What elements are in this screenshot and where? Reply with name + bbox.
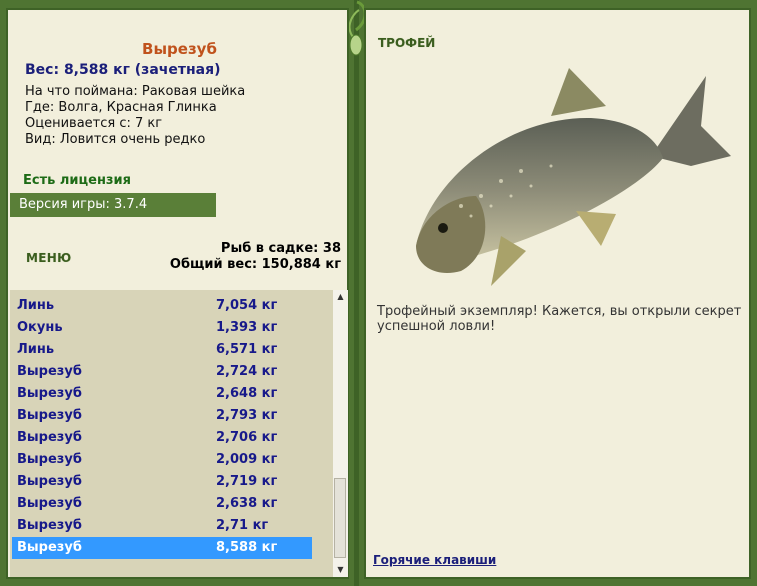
vine-divider-icon [349, 0, 364, 586]
hotkeys-link[interactable]: Горячие клавиши [373, 553, 496, 567]
catch-fish-name: Линь [17, 342, 55, 357]
list-scrollbar[interactable]: ▲ ▼ [332, 290, 348, 577]
rated-from: Оценивается с: 7 кг [25, 116, 163, 131]
catch-list-row[interactable]: Вырезуб 2,009 кг [12, 449, 312, 471]
catch-list-row[interactable]: Вырезуб 2,719 кг [12, 471, 312, 493]
catch-fish-name: Вырезуб [17, 386, 82, 401]
catch-fish-weight: 2,793 кг [216, 408, 278, 423]
catch-list-row[interactable]: Окунь 1,393 кг [12, 317, 312, 339]
fish-weight: Вес: 8,588 кг (зачетная) [25, 62, 221, 78]
catch-location: Где: Волга, Красная Глинка [25, 100, 217, 115]
catch-fish-weight: 2,71 кг [216, 518, 269, 533]
catch-fish-name: Окунь [17, 320, 63, 335]
catch-fish-weight: 1,393 кг [216, 320, 278, 335]
catch-list-row[interactable]: Вырезуб 2,793 кг [12, 405, 312, 427]
scroll-up-arrow-icon[interactable]: ▲ [333, 290, 348, 304]
caught-on: На что поймана: Раковая шейка [25, 84, 246, 99]
catch-fish-name: Вырезуб [17, 408, 82, 423]
scroll-thumb[interactable] [334, 478, 346, 558]
fish-info-panel: Вырезуб Вес: 8,588 кг (зачетная) На что … [6, 8, 349, 579]
catch-fish-name: Вырезуб [17, 496, 82, 511]
trophy-panel: ТРОФЕЙ Трофейный экземпляр! Кажется, вы … [364, 8, 751, 579]
catch-fish-name: Вырезуб [17, 474, 82, 489]
catch-list-row[interactable]: Вырезуб 2,648 кг [12, 383, 312, 405]
catch-fish-weight: 2,724 кг [216, 364, 278, 379]
catch-list-row[interactable]: Вырезуб 2,724 кг [12, 361, 312, 383]
catch-list-row[interactable]: Линь 6,571 кг [12, 339, 312, 361]
catch-fish-weight: 8,588 кг [216, 540, 278, 555]
license-status: Есть лицензия [23, 173, 131, 188]
catch-list[interactable]: Линь 7,054 кг Окунь 1,393 кг Линь 6,571 кг Выр… [10, 290, 332, 577]
catch-list-row[interactable]: Линь 7,054 кг [12, 295, 312, 317]
catch-fish-weight: 2,009 кг [216, 452, 278, 467]
total-weight: Общий вес: 150,884 кг [169, 257, 341, 272]
catch-fish-name: Вырезуб [17, 430, 82, 445]
catch-fish-name: Линь [17, 298, 55, 313]
rarity: Вид: Ловится очень редко [25, 132, 206, 147]
catch-fish-name: Вырезуб [17, 364, 82, 379]
catch-fish-weight: 6,571 кг [216, 342, 278, 357]
fish-name: Вырезуб [142, 40, 217, 58]
catch-fish-weight: 7,054 кг [216, 298, 278, 313]
menu-button[interactable]: МЕНЮ [26, 251, 71, 265]
scroll-down-arrow-icon[interactable]: ▼ [333, 563, 348, 577]
catch-fish-weight: 2,719 кг [216, 474, 278, 489]
catch-list-row[interactable]: Вырезуб 8,588 кг [12, 537, 312, 559]
version-bar: Версия игры: 3.7.4 [10, 193, 216, 217]
catch-fish-name: Вырезуб [17, 540, 82, 555]
fish-count: Рыб в садке: 38 [220, 241, 341, 256]
catch-fish-name: Вырезуб [17, 518, 82, 533]
catch-fish-name: Вырезуб [17, 452, 82, 467]
catch-fish-weight: 2,648 кг [216, 386, 278, 401]
catch-list-row[interactable]: Вырезуб 2,706 кг [12, 427, 312, 449]
catch-summary: Рыб в садке: 38 Общий вес: 150,884 кг [170, 241, 341, 273]
catch-list-row[interactable]: Вырезуб 2,71 кг [12, 515, 312, 537]
fish-trophy-image [416, 68, 731, 286]
trophy-message: Трофейный экземпляр! Кажется, вы открыли… [377, 304, 742, 334]
catch-list-row[interactable]: Вырезуб 2,638 кг [12, 493, 312, 515]
catch-fish-weight: 2,638 кг [216, 496, 278, 511]
catch-fish-weight: 2,706 кг [216, 430, 278, 445]
